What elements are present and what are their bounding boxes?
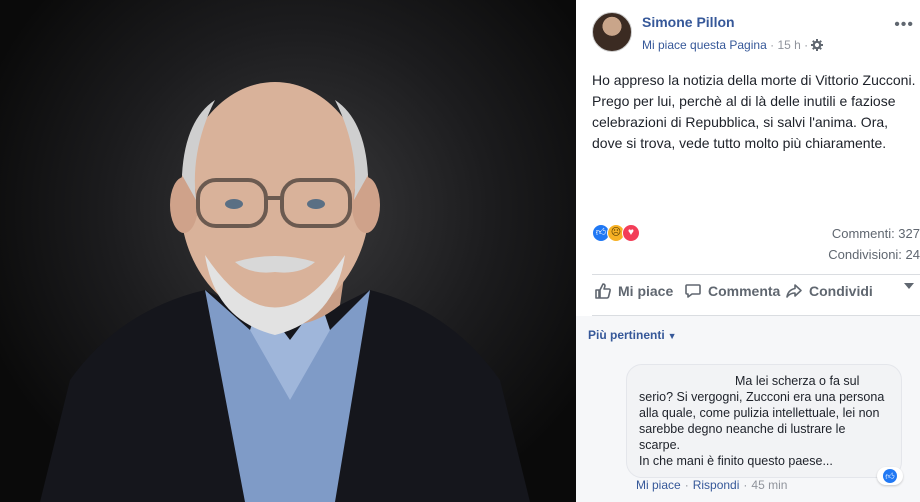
like-label: Mi piace [618,283,674,299]
post-panel: Simone Pillon Mi piace questa Pagina · 1… [576,0,920,502]
more-icon[interactable]: ••• [894,16,914,34]
thumbs-up-icon [594,282,612,300]
like-button[interactable]: Mi piace [594,282,673,300]
shares-count[interactable]: Condivisioni: 24 [828,247,920,262]
meta-separator: · [770,38,775,52]
separator: · [684,478,689,492]
divider [592,274,920,275]
comment-like-badge[interactable]: 👍︎ [877,467,903,485]
comment-reply-link[interactable]: Rispondi [693,478,740,492]
sort-label: Più pertinenti [588,328,665,342]
post-meta: Mi piace questa Pagina · 15 h · [642,38,824,54]
comment-text: serio? Si vergogni, Zucconi era una pers… [639,390,885,468]
reaction-icons[interactable]: 👍︎ ☹ ♥ [592,224,640,242]
comment-time[interactable]: 45 min [751,478,787,492]
reactions-summary: 👍︎ ☹ ♥ Commenti: 327 Condivisioni: 24 [592,222,920,262]
post-header: Simone Pillon Mi piace questa Pagina · 1… [592,12,920,56]
post-time[interactable]: 15 h [777,38,800,52]
comment-icon [684,282,702,300]
portrait-illustration [40,82,530,502]
post-actions: Mi piace Commenta Condividi [592,282,920,308]
comment-button[interactable]: Commenta [684,282,780,300]
comment-bubble[interactable]: Ma lei scherza o fa sul serio? Si vergog… [626,364,903,485]
comment-label: Commenta [708,283,781,299]
share-button[interactable]: Condividi [785,282,873,300]
comments-section: Più pertinenti ▼ Ma lei scherza o fa sul … [576,316,920,502]
author-name[interactable]: Simone Pillon [642,14,735,30]
love-reaction-icon: ♥ [622,224,640,242]
comment-sort-dropdown[interactable]: Più pertinenti ▼ [588,328,677,342]
post-photo[interactable] [0,0,576,502]
share-label: Condividi [809,283,873,299]
like-page-link[interactable]: Mi piace questa Pagina [642,38,767,52]
comments-count[interactable]: Commenti: 327 [832,226,920,241]
comment-like-link[interactable]: Mi piace [636,478,681,492]
share-icon [785,282,803,300]
dropdown-caret-icon: ▼ [667,331,677,341]
share-dropdown[interactable] [904,282,914,290]
dropdown-caret-icon [904,282,914,290]
comment-actions: Mi piace · Rispondi · 45 min [636,478,787,492]
gear-icon[interactable] [811,39,824,54]
avatar[interactable] [592,12,632,52]
comment-text-first-line: Ma lei scherza o fa sul [735,374,860,388]
like-reaction-icon: 👍︎ [883,469,897,483]
separator: · [743,478,748,492]
post-text: Ho appreso la notizia della morte di Vit… [592,72,916,151]
privacy-separator: · [804,38,809,52]
